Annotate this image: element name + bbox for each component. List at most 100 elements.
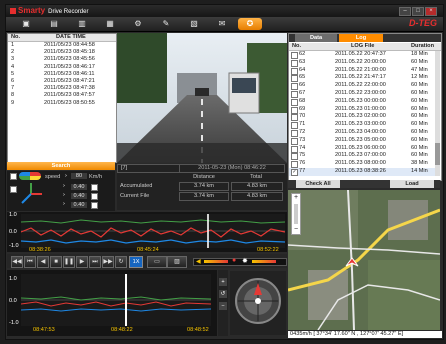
log-list-row[interactable]: 64 2011.05.22 21:00:00 47 Min — [289, 67, 435, 75]
print-preview-button[interactable]: ▦ — [98, 18, 122, 30]
log-list-row[interactable]: 69 2011.05.23 01:00:00 60 Min — [289, 106, 435, 114]
zoom-reset-button[interactable]: ↺ — [219, 290, 227, 298]
axis-y-checkbox[interactable] — [91, 193, 98, 200]
tab-log[interactable]: Log — [339, 34, 383, 42]
tools-button[interactable]: ✎ — [154, 18, 178, 30]
gsensor-checkbox[interactable] — [10, 186, 17, 193]
speed-indicator[interactable]: 1X — [129, 256, 143, 268]
log-list-row[interactable]: 74 2011.05.23 06:00:00 60 Min — [289, 145, 435, 153]
speed-checkbox[interactable] — [10, 173, 17, 180]
repeat-button[interactable]: ↻ — [115, 256, 127, 268]
log-row-no: 70 — [299, 113, 306, 120]
log-row-duration: 12 Min — [411, 74, 428, 81]
log-list-row[interactable]: 62 2011.05.22 20:47:37 18 Min — [289, 51, 435, 59]
file-row-datetime: 2011/05/23 08:47:57 — [44, 92, 95, 99]
graph-top-plot — [21, 214, 285, 248]
rewind-button[interactable]: ◀◀ — [11, 256, 23, 268]
log-row-file: 2011.05.23 00:00:00 — [335, 97, 386, 104]
speed-unit: Km/h — [89, 174, 103, 180]
log-list-row[interactable]: 75 2011.05.23 07:00:00 60 Min — [289, 152, 435, 161]
log-col-file: LOG File — [351, 43, 375, 49]
axis-z-checkbox[interactable] — [91, 202, 98, 209]
export-button[interactable]: ▧ — [182, 18, 206, 30]
file-row-datetime: 2011/05/23 08:45:18 — [44, 49, 95, 56]
log-row-file: 2011.05.22 23:00:00 — [335, 89, 386, 96]
log-list-row[interactable]: 70 2011.05.23 02:00:00 60 Min — [289, 113, 435, 122]
load-button[interactable]: Load — [390, 180, 434, 188]
graph-zoom-bar: + ↺ − — [218, 270, 228, 336]
map-view[interactable]: + − — [288, 190, 440, 330]
log-list-row[interactable]: 63 2011.05.22 20:00:00 60 Min — [289, 59, 435, 67]
snapshot-button[interactable]: ▨ — [167, 256, 187, 268]
log-row-file: 2011.05.23 03:00:00 — [335, 121, 386, 128]
speed-threshold[interactable]: 80 — [71, 173, 87, 179]
forward-button[interactable]: ▶▶ — [102, 256, 114, 268]
file-list-header: No. DATE TIME — [8, 34, 116, 42]
file-list-row[interactable]: 7 2011/05/23 08:47:38 — [8, 85, 116, 92]
log-list-row[interactable]: 68 2011.05.23 00:00:00 60 Min — [289, 98, 435, 106]
file-list-row[interactable]: 9 2011/05/23 08:50:55 — [8, 100, 116, 107]
log-row-duration: 14 Min — [411, 167, 428, 174]
file-list-row[interactable]: 3 2011/05/23 08:45:56 — [8, 56, 116, 63]
log-list-row[interactable]: 65 2011.05.22 21:47:17 12 Min — [289, 74, 435, 83]
file-list-row[interactable]: 4 2011/05/23 08:46:17 — [8, 64, 116, 71]
axis-y-threshold[interactable]: 0.40 — [71, 193, 87, 199]
close-button[interactable]: × — [425, 7, 437, 16]
file-list-row[interactable]: 8 2011/05/23 08:47:57 — [8, 92, 116, 99]
log-list-row[interactable]: 71 2011.05.23 03:00:00 60 Min — [289, 121, 435, 130]
check-all-button[interactable]: Check All — [296, 180, 340, 188]
print-button[interactable]: ▥ — [70, 18, 94, 30]
log-row-no: 71 — [299, 121, 306, 128]
settings-button[interactable]: ⚙ — [126, 18, 150, 30]
record-number: [7] — [117, 164, 180, 173]
log-scrollbar[interactable] — [435, 51, 440, 176]
search-button[interactable]: Search — [7, 162, 115, 170]
log-list-row[interactable]: 73 2011.05.23 05:00:00 60 Min — [289, 137, 435, 145]
message-button[interactable]: ✉ — [210, 18, 234, 30]
step-back-button[interactable]: ◀ — [37, 256, 49, 268]
next-button[interactable]: ⏭ — [89, 256, 101, 268]
map-zoom-control[interactable]: + − — [291, 193, 301, 235]
file-list-row[interactable]: 2 2011/05/23 08:45:18 — [8, 49, 116, 56]
app-subtitle: Drive Recorder — [48, 9, 89, 15]
pause-button[interactable]: ❚❚ — [63, 256, 75, 268]
log-row-duration: 60 Min — [411, 105, 428, 112]
file-row-datetime: 2011/05/23 08:45:56 — [44, 56, 95, 63]
log-row-duration: 60 Min — [411, 113, 428, 120]
save-button[interactable]: ▤ — [42, 18, 66, 30]
open-folder-button[interactable]: ▣ — [14, 18, 38, 30]
prev-button[interactable]: ⏮ — [24, 256, 36, 268]
log-row-checkbox[interactable]: ✓ — [291, 168, 298, 176]
maximize-button[interactable]: □ — [412, 7, 424, 16]
axis-z-threshold[interactable]: 0.40 — [71, 202, 87, 208]
file-row-no: 7 — [11, 85, 15, 92]
video-view — [117, 33, 287, 163]
log-list-row[interactable]: 72 2011.05.23 04:00:00 60 Min — [289, 129, 435, 137]
minimize-button[interactable]: – — [399, 7, 411, 16]
volume-brightness-bar: ◀ ● ✸ — [193, 257, 287, 266]
graph-bottom-plot — [21, 274, 211, 326]
stop-button[interactable]: ■ — [50, 256, 62, 268]
zoom-out-button[interactable]: − — [219, 302, 227, 310]
file-list-row[interactable]: 1 2011/05/23 08:44:58 — [8, 42, 116, 49]
file-list-row[interactable]: 5 2011/05/23 08:46:11 — [8, 71, 116, 78]
brightness-slider[interactable] — [252, 260, 276, 263]
file-row-no: 5 — [11, 70, 15, 77]
log-row-duration: 18 Min — [411, 51, 428, 57]
log-list-row[interactable]: 76 2011.05.23 08:00:00 38 Min — [289, 160, 435, 169]
play-button[interactable]: ▶ — [76, 256, 88, 268]
file-row-datetime: 2011/05/23 08:50:55 — [44, 99, 95, 106]
file-list-row[interactable]: 6 2011/05/23 08:47:21 — [8, 78, 116, 85]
log-list-row[interactable]: 66 2011.05.22 22:00:00 60 Min — [289, 82, 435, 91]
capture-button[interactable]: ▭ — [147, 256, 167, 268]
log-list-row[interactable]: 67 2011.05.22 23:00:00 60 Min — [289, 90, 435, 98]
log-list-row[interactable]: ✓ 77 2011.05.23 08:38:26 14 Min — [289, 167, 435, 176]
log-row-file: 2011.05.23 07:00:00 — [335, 152, 386, 159]
axis-x-threshold[interactable]: 0.40 — [71, 184, 87, 190]
tab-data[interactable]: Data — [295, 34, 337, 42]
axis-x-checkbox[interactable] — [91, 184, 98, 191]
log-row-file: 2011.05.23 06:00:00 — [335, 144, 386, 151]
help-button[interactable]: ✪ — [238, 18, 262, 30]
volume-slider[interactable] — [204, 260, 228, 263]
zoom-in-button[interactable]: + — [219, 278, 227, 286]
